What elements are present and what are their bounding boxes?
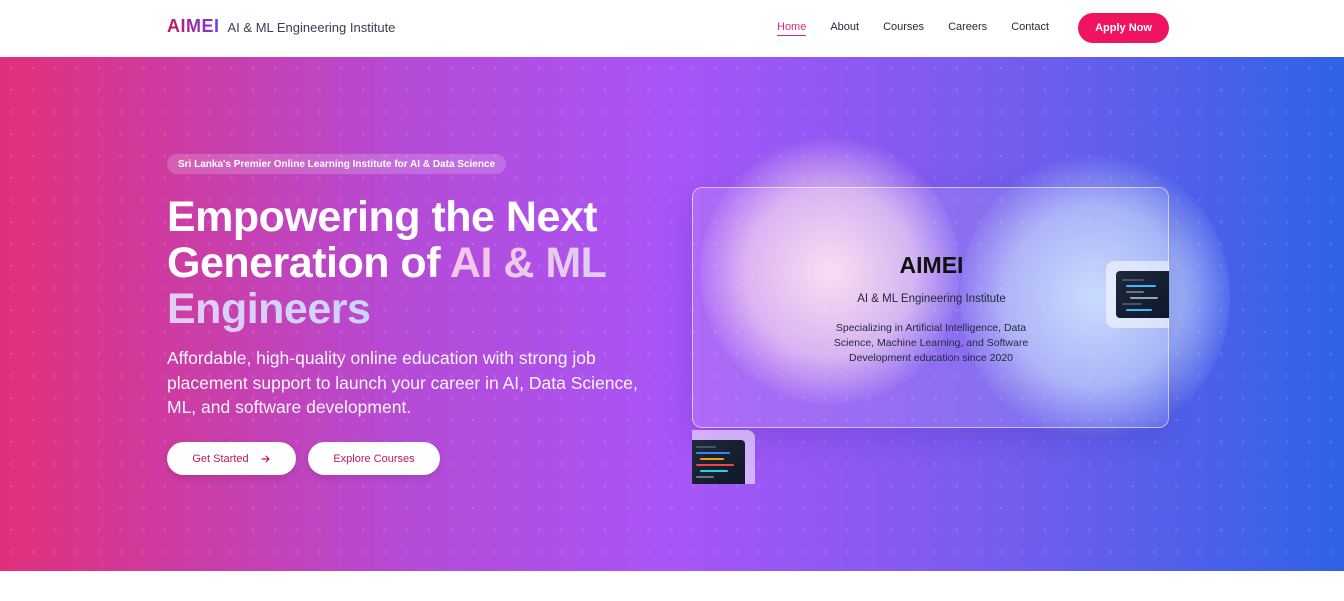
card-subtitle: AI & ML Engineering Institute bbox=[857, 293, 1006, 305]
hero-subtext: Affordable, high-quality online educatio… bbox=[167, 348, 638, 417]
hero-headline: Empowering the Next Generation of AI & M… bbox=[167, 194, 687, 332]
code-thumbnail-top bbox=[1106, 261, 1169, 328]
hero-section: Sri Lanka's Premier Online Learning Inst… bbox=[0, 57, 1344, 571]
brand-logo[interactable]: AIMEI bbox=[167, 16, 220, 37]
brand[interactable]: AIMEI AI & ML Engineering Institute bbox=[167, 16, 395, 37]
hero-badge: Sri Lanka's Premier Online Learning Inst… bbox=[167, 154, 507, 174]
nav-link-careers[interactable]: Careers bbox=[948, 21, 987, 36]
hero-info-card: AIMEI AI & ML Engineering Institute Spec… bbox=[692, 187, 1169, 428]
arrow-right-icon bbox=[261, 454, 270, 463]
code-screen-image bbox=[1116, 271, 1169, 318]
nav-link-home[interactable]: Home bbox=[777, 21, 807, 36]
code-thumbnail-bottom bbox=[692, 430, 755, 484]
nav-link-about[interactable]: About bbox=[830, 21, 859, 36]
nav-link-contact[interactable]: Contact bbox=[1011, 21, 1049, 36]
explore-courses-button[interactable]: Explore Courses bbox=[308, 442, 440, 475]
get-started-button[interactable]: Get Started bbox=[167, 442, 296, 475]
card-title: AIMEI bbox=[899, 252, 964, 278]
apply-now-button[interactable]: Apply Now bbox=[1078, 13, 1169, 43]
top-navbar: AIMEI AI & ML Engineering Institute Home… bbox=[0, 0, 1344, 57]
card-description: Specializing in Artificial Intelligence,… bbox=[833, 322, 1029, 364]
nav-link-courses[interactable]: Courses bbox=[883, 21, 924, 36]
nav-links: Home About Courses Careers Contact bbox=[777, 21, 1049, 36]
get-started-label: Get Started bbox=[192, 452, 249, 465]
brand-subtitle: AI & ML Engineering Institute bbox=[227, 20, 396, 35]
code-screen-image-2 bbox=[692, 440, 745, 484]
